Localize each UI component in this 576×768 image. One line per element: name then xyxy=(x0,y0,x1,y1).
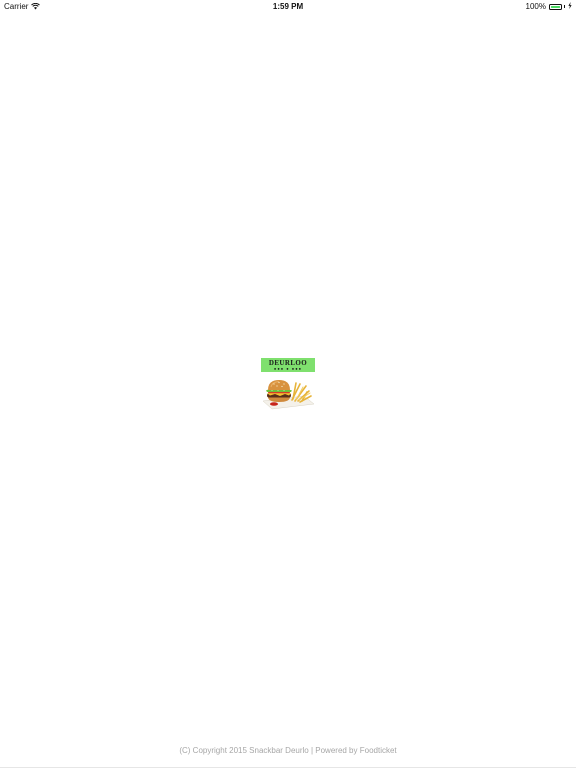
battery-icon xyxy=(549,3,562,10)
status-right: 100% xyxy=(526,2,572,11)
copyright-footer: (C) Copyright 2015 Snackbar Deurlo | Pow… xyxy=(179,746,397,755)
clock: 1:59 PM xyxy=(272,2,304,11)
logo-dots: ●●● ● ●●● xyxy=(273,366,303,371)
logo-banner: DEURLOO ●●● ● ●●● xyxy=(261,358,315,372)
status-bar: Carrier 1:59 PM 100% xyxy=(0,0,576,12)
splash-screen: Carrier 1:59 PM 100% DEURLOO ●●● ● ●●● (… xyxy=(0,0,576,768)
charging-icon xyxy=(568,2,572,11)
battery-cap xyxy=(564,5,565,8)
burger-fries-image xyxy=(262,380,315,410)
battery-fill xyxy=(551,5,560,8)
battery-percent: 100% xyxy=(525,2,546,11)
restaurant-logo: DEURLOO ●●● ● ●●● xyxy=(260,358,316,410)
